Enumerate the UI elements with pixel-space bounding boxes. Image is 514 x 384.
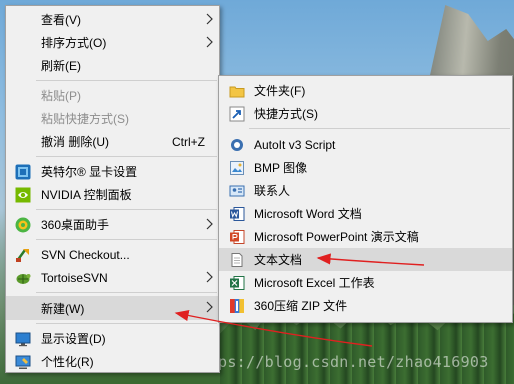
menu-item-label: 文本文档 [254,253,303,267]
submenu-item-autoit-script[interactable]: AutoIt v3 Script [219,133,512,156]
menu-item-view[interactable]: 查看(V) [6,8,219,31]
powerpoint-icon [230,230,245,244]
menu-item-nvidia-control-panel[interactable]: NVIDIA 控制面板 [6,183,219,206]
menu-item-shortcut: Ctrl+Z [172,134,205,149]
menu-item-undo-delete[interactable]: 撤消 删除(U) Ctrl+Z [6,130,219,153]
menu-item-paste: 粘贴(P) [6,84,219,107]
menu-item-label: TortoiseSVN [41,270,108,285]
menu-item-intel-graphics[interactable]: 英特尔® 显卡设置 [6,160,219,183]
menu-item-label: 撤消 删除(U) [41,135,109,149]
chevron-right-icon [206,271,213,283]
menu-item-label: Microsoft PowerPoint 演示文稿 [254,230,419,244]
menu-item-label: 英特尔® 显卡设置 [41,165,138,179]
text-document-icon [231,253,243,267]
menu-item-label: 快捷方式(S) [254,107,318,121]
new-submenu: 文件夹(F) 快捷方式(S) AutoIt v3 Script BMP 图像 联… [218,75,513,323]
submenu-item-text-document[interactable]: 文本文档 [219,248,512,271]
monitor-icon [15,332,31,347]
menu-item-label: 联系人 [254,184,291,198]
menu-item-label: 刷新(E) [41,59,81,73]
menu-separator [36,292,217,293]
menu-item-label: SVN Checkout... [41,247,130,262]
menu-separator [36,156,217,157]
menu-separator [36,80,217,81]
submenu-item-bmp-image[interactable]: BMP 图像 [219,156,512,179]
menu-item-label: 排序方式(O) [41,36,107,50]
360-logo-icon [15,217,31,233]
menu-item-display-settings[interactable]: 显示设置(D) [6,327,219,350]
submenu-item-shortcut[interactable]: 快捷方式(S) [219,102,512,125]
menu-item-label: 个性化(R) [41,355,94,369]
menu-item-label: 360桌面助手 [41,218,110,232]
submenu-item-folder[interactable]: 文件夹(F) [219,79,512,102]
menu-separator [36,323,217,324]
menu-item-label: BMP 图像 [254,161,308,175]
menu-item-label: 新建(W) [41,301,85,316]
menu-item-refresh[interactable]: 刷新(E) [6,54,219,77]
chevron-right-icon [206,301,213,313]
menu-item-personalize[interactable]: 个性化(R) [6,350,219,373]
menu-item-label: 粘贴(P) [41,89,81,103]
tortoisesvn-icon [16,274,31,284]
menu-separator [36,239,217,240]
submenu-item-excel-worksheet[interactable]: Microsoft Excel 工作表 [219,271,512,294]
menu-item-label: 文件夹(F) [254,84,306,98]
bmp-image-icon [230,161,244,175]
contact-card-icon [229,185,245,197]
menu-item-label: 显示设置(D) [41,332,106,346]
personalize-icon [15,355,31,369]
shortcut-icon [229,106,245,122]
submenu-item-contact[interactable]: 联系人 [219,179,512,202]
chevron-right-icon [206,36,213,48]
menu-item-sort[interactable]: 排序方式(O) [6,31,219,54]
submenu-item-powerpoint[interactable]: Microsoft PowerPoint 演示文稿 [219,225,512,248]
menu-item-label: AutoIt v3 Script [254,137,336,152]
menu-item-label: NVIDIA 控制面板 [41,188,132,202]
nvidia-icon [15,187,31,203]
menu-item-360-desktop-helper[interactable]: 360桌面助手 [6,213,219,236]
autoit-icon [231,139,243,151]
menu-item-label: 粘贴快捷方式(S) [41,112,129,126]
menu-item-label: 查看(V) [41,13,81,27]
menu-separator [249,128,510,129]
svn-checkout-icon [15,249,29,262]
chevron-right-icon [206,218,213,230]
desktop-context-menu: 查看(V) 排序方式(O) 刷新(E) 粘贴(P) 粘贴快捷方式(S) 撤消 删… [5,5,220,373]
intel-graphics-icon [15,164,31,180]
watermark-text: https://blog.csdn.net/zhao416903 [190,353,489,371]
menu-item-label: Microsoft Word 文档 [254,207,362,221]
menu-item-label: 360压缩 ZIP 文件 [254,299,348,313]
menu-item-svn-checkout[interactable]: SVN Checkout... [6,243,219,266]
submenu-item-word-document[interactable]: Microsoft Word 文档 [219,202,512,225]
zip-archive-icon [230,299,244,313]
submenu-item-360-zip[interactable]: 360压缩 ZIP 文件 [219,294,512,317]
menu-item-label: Microsoft Excel 工作表 [254,276,375,290]
menu-separator [36,209,217,210]
excel-icon [230,276,245,290]
menu-item-paste-shortcut: 粘贴快捷方式(S) [6,107,219,130]
menu-item-new[interactable]: 新建(W) [6,296,219,320]
word-doc-icon [230,207,245,221]
menu-item-tortoisesvn[interactable]: TortoiseSVN [6,266,219,289]
folder-icon [229,86,245,98]
chevron-right-icon [206,13,213,25]
